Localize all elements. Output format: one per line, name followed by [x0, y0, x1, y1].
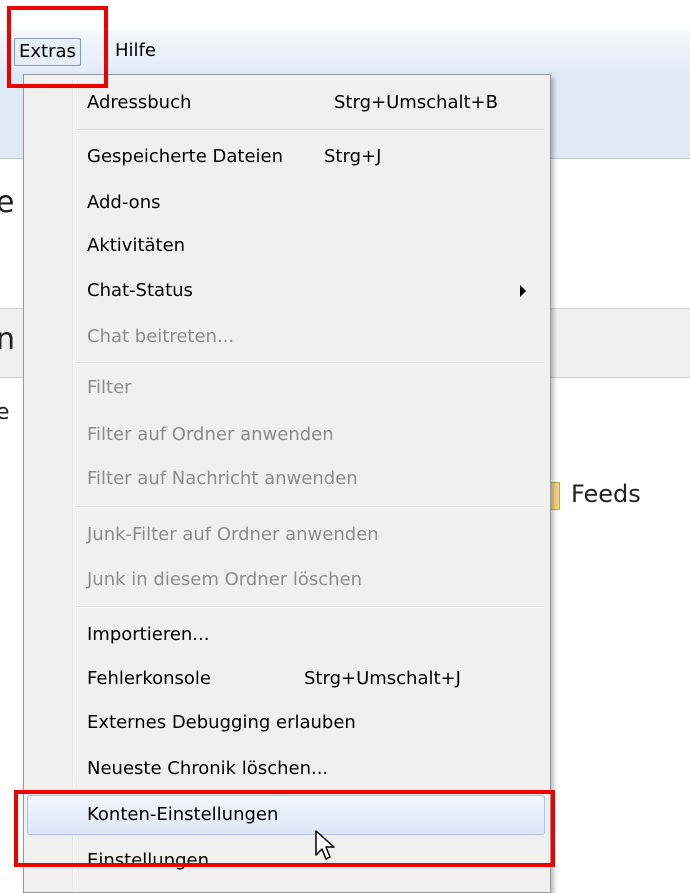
- menu-item-aktivitaeten[interactable]: Aktivitäten: [27, 226, 545, 266]
- menu-item-label: Gespeicherte Dateien: [87, 146, 284, 167]
- menu-item-junk-loeschen[interactable]: Junk in diesem Ordner löschen: [27, 560, 545, 600]
- menu-item-shortcut: Strg+Umschalt+J: [304, 668, 461, 689]
- menu-item-label: Chat beitreten...: [87, 326, 235, 347]
- background-glyph: e: [0, 400, 10, 425]
- menu-item-adressbuch[interactable]: Adressbuch Strg+Umschalt+B: [27, 83, 545, 123]
- menu-item-shortcut: Strg+Umschalt+B: [334, 92, 498, 113]
- menu-item-label: Neueste Chronik löschen...: [87, 758, 329, 779]
- menu-item-label: Aktivitäten: [87, 235, 186, 256]
- menu-item-label: Chat-Status: [87, 280, 193, 301]
- menu-item-filter-auf-nachricht[interactable]: Filter auf Nachricht anwenden: [27, 459, 545, 499]
- menu-item-label: Filter auf Nachricht anwenden: [87, 468, 358, 489]
- menu-item-importieren[interactable]: Importieren...: [27, 615, 545, 655]
- menu-separator: [76, 362, 544, 364]
- menu-hilfe[interactable]: Hilfe: [111, 38, 160, 64]
- menu-item-junk-filter[interactable]: Junk-Filter auf Ordner anwenden: [27, 515, 545, 555]
- menu-item-label: Importieren...: [87, 624, 210, 645]
- menu-item-label: Externes Debugging erlauben: [87, 712, 356, 733]
- highlight-box-extras: [7, 6, 108, 88]
- menu-item-label: Junk-Filter auf Ordner anwenden: [87, 524, 379, 545]
- menu-item-chat-beitreten[interactable]: Chat beitreten...: [27, 317, 545, 357]
- background-feeds-label: Feeds: [571, 480, 641, 508]
- menu-item-label: Filter: [87, 377, 132, 398]
- menu-separator: [76, 129, 544, 131]
- menu-item-label: Filter auf Ordner anwenden: [87, 424, 334, 445]
- menu-item-externes-debugging[interactable]: Externes Debugging erlauben: [27, 703, 545, 743]
- menu-item-filter[interactable]: Filter: [27, 368, 545, 408]
- menu-item-gespeicherte-dateien[interactable]: Gespeicherte Dateien Strg+J: [27, 137, 545, 177]
- menu-item-fehlerkonsole[interactable]: Fehlerkonsole Strg+Umschalt+J: [27, 659, 545, 699]
- folder-icon: [551, 482, 560, 510]
- menu-item-filter-auf-ordner[interactable]: Filter auf Ordner anwenden: [27, 415, 545, 455]
- menu-item-add-ons[interactable]: Add-ons: [27, 183, 545, 223]
- menu-item-label: Adressbuch: [87, 92, 192, 113]
- menu-item-label: Add-ons: [87, 192, 161, 213]
- highlight-box-konten-einstellungen: [14, 790, 555, 867]
- menu-separator: [76, 506, 544, 508]
- menu-item-label: Junk in diesem Ordner löschen: [87, 569, 363, 590]
- menu-item-chat-status[interactable]: Chat-Status: [27, 271, 545, 311]
- menu-item-shortcut: Strg+J: [324, 146, 382, 167]
- mouse-pointer-icon: [315, 830, 335, 860]
- extras-dropdown-menu: Adressbuch Strg+Umschalt+B Gespeicherte …: [23, 74, 551, 893]
- background-glyph: n: [0, 322, 16, 357]
- chevron-right-icon: [520, 285, 526, 297]
- background-glyph: e: [0, 185, 15, 220]
- menu-item-label: Fehlerkonsole: [87, 668, 211, 689]
- menu-separator: [76, 606, 544, 608]
- menu-item-chronik-loeschen[interactable]: Neueste Chronik löschen...: [27, 749, 545, 789]
